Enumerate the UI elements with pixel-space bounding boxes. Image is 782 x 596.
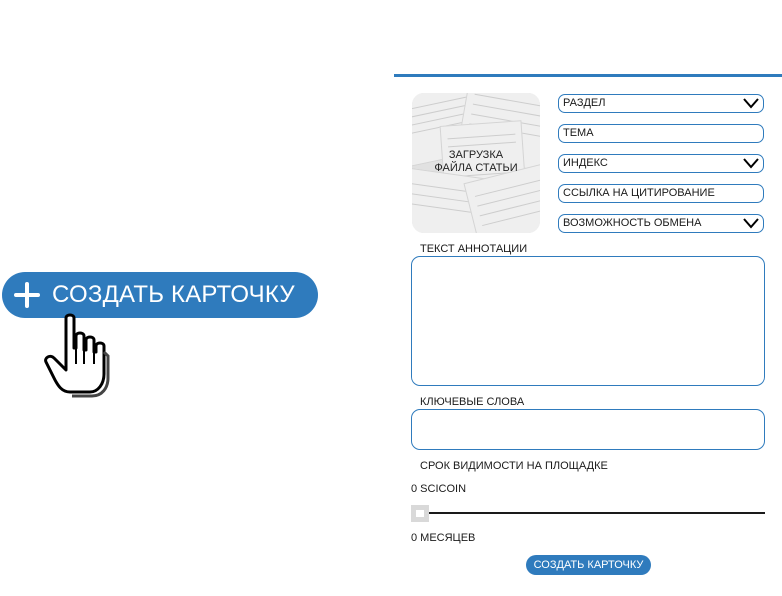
chevron-down-icon bbox=[743, 218, 759, 229]
upload-caption: ЗАГРУЗКА ФАЙЛА СТАТЬИ bbox=[434, 149, 518, 174]
visibility-label: СРОК ВИДИМОСТИ НА ПЛОЩАДКЕ bbox=[420, 460, 608, 472]
upload-article-tile[interactable]: ЗАГРУЗКА ФАЙЛА СТАТЬИ bbox=[412, 93, 540, 233]
price-value: 0 SCICOIN bbox=[411, 483, 467, 495]
section-select[interactable]: РАЗДЕЛ bbox=[558, 94, 764, 113]
months-value: 0 МЕСЯЦЕВ bbox=[411, 532, 476, 544]
index-select[interactable]: ИНДЕКС bbox=[558, 154, 764, 173]
visibility-slider-track[interactable] bbox=[420, 512, 765, 514]
panel-divider bbox=[394, 74, 782, 77]
hand-pointer-icon bbox=[44, 313, 110, 398]
annotation-label: ТЕКСТ АННОТАЦИИ bbox=[420, 243, 528, 255]
create-card-label: СОЗДАТЬ КАРТОЧКУ bbox=[52, 281, 295, 308]
chevron-down-icon bbox=[743, 98, 759, 109]
plus-icon bbox=[10, 278, 44, 312]
chevron-down-icon bbox=[743, 158, 759, 169]
topic-field[interactable]: ТЕМА bbox=[558, 124, 764, 143]
annotation-textarea[interactable] bbox=[411, 256, 765, 386]
exchange-select[interactable]: ВОЗМОЖНОСТЬ ОБМЕНА bbox=[558, 214, 764, 233]
visibility-slider-thumb[interactable] bbox=[411, 505, 429, 522]
citation-link-field[interactable]: ССЫЛКА НА ЦИТИРОВАНИЕ bbox=[558, 184, 764, 203]
create-card-button-small[interactable]: СОЗДАТЬ КАРТОЧКУ bbox=[526, 555, 651, 575]
keywords-input[interactable] bbox=[411, 409, 765, 450]
keywords-label: КЛЮЧЕВЫЕ СЛОВА bbox=[420, 396, 525, 408]
